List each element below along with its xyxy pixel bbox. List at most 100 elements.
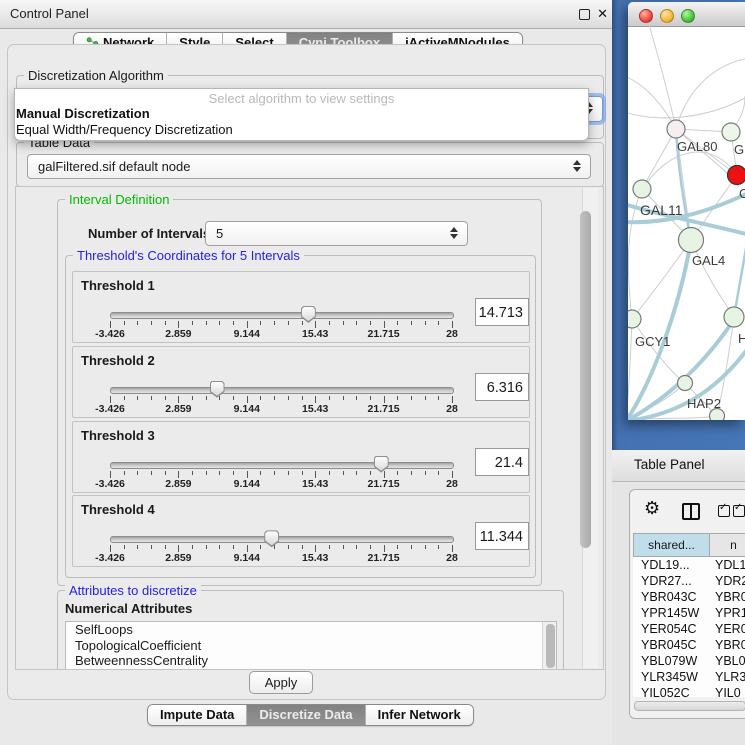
column-header-name[interactable]: n <box>710 534 745 556</box>
network-node-label: GAL4 <box>692 253 725 268</box>
slider-tick-labels: -3.4262.8599.14415.4321.71528 <box>110 328 452 340</box>
threshold-label: Threshold 1 <box>81 278 155 293</box>
table-body: YDL19...YDL1YDR27...YDR2YBR043CYBR0YPR14… <box>633 557 745 697</box>
threshold-value-field[interactable]: 21.4 <box>475 448 529 476</box>
threshold-panel-1: Threshold 1 -3.4262.8599.14415.4321.71528… <box>72 271 530 343</box>
apply-button[interactable]: Apply <box>249 671 313 694</box>
network-node[interactable] <box>722 123 740 141</box>
table-data-combobox[interactable]: galFiltered.sif default node <box>27 154 591 179</box>
table-row[interactable]: YPR145WYPR1 <box>633 605 745 621</box>
slider-tick-labels: -3.4262.8599.14415.4321.71528 <box>110 403 452 415</box>
network-node-label: GCY1 <box>635 334 670 349</box>
tab-label: Infer Network <box>378 705 461 725</box>
network-edge <box>628 319 632 419</box>
tab-discretize-data[interactable]: Discretize Data <box>246 705 364 725</box>
network-node[interactable] <box>728 166 745 185</box>
number-of-intervals-label: Number of Intervals <box>88 226 210 241</box>
network-node-label: HAP2 <box>687 396 721 411</box>
group-title: Attributes to discretize <box>65 583 201 598</box>
table-panel-title: Table Panel <box>634 457 705 472</box>
close-icon[interactable]: ✕ <box>597 6 608 22</box>
threshold-label: Threshold 2 <box>81 353 155 368</box>
float-panel-icon[interactable] <box>579 9 590 20</box>
slider-track[interactable] <box>110 536 454 543</box>
list-scrollbar[interactable] <box>542 622 556 670</box>
table-data-group: Table Data galFiltered.sif default node <box>16 142 604 187</box>
attribute-list-item[interactable]: TopologicalCoefficient <box>66 638 556 654</box>
threshold-value-field[interactable]: 11.344 <box>475 522 529 550</box>
split-view-icon[interactable] <box>682 503 700 520</box>
network-edge <box>628 76 676 129</box>
minimize-traffic-light-icon[interactable] <box>660 9 674 23</box>
tab-infer-network[interactable]: Infer Network <box>365 705 473 725</box>
network-node-label: G. <box>734 142 745 157</box>
pane-scrollbar-track[interactable] <box>582 188 598 668</box>
table-row[interactable]: YBL079W YBL0 <box>633 653 745 669</box>
network-node[interactable] <box>667 120 685 138</box>
table-row[interactable]: YBR043CYBR0 <box>633 589 745 605</box>
cell-name: YBR0 <box>715 638 745 652</box>
network-graph-canvas[interactable]: GAL80G.CGAL11GAL4GCY1HHAP2 <box>628 26 745 420</box>
algorithm-dropdown-popup: Select algorithm to view settings Manual… <box>14 88 589 141</box>
combo-value: 5 <box>216 226 223 241</box>
network-view-window: GAL80G.CGAL11GAL4GCY1HHAP2 <box>628 2 745 420</box>
table-row[interactable]: YER054C YER0 <box>633 621 745 637</box>
table-row[interactable]: YDL19...YDL1 <box>633 557 745 573</box>
cell-name: YER0 <box>715 622 745 636</box>
gear-icon[interactable]: ⚙ <box>644 498 660 519</box>
number-of-intervals-combobox[interactable]: 5 <box>205 221 468 246</box>
cyni-bottom-tabbar: Impute DataDiscretize Data Infer Network <box>147 704 474 726</box>
list-scrollbar-thumb[interactable] <box>546 624 555 668</box>
cell-shared-name: YER054C <box>641 622 697 636</box>
window-title: Control Panel <box>10 6 89 21</box>
table-horizontal-scrollbar[interactable] <box>634 701 745 711</box>
attribute-list-item[interactable]: BetweennessCentrality <box>66 653 556 669</box>
combo-spinner-icon <box>450 226 458 240</box>
table-row[interactable]: YBR045CYBR0 <box>633 637 745 653</box>
network-window-titlebar <box>628 2 745 27</box>
zoom-traffic-light-icon[interactable] <box>681 9 695 23</box>
pane-scrollbar-thumb[interactable] <box>580 211 591 548</box>
network-node[interactable] <box>724 307 744 327</box>
popup-option-equal-width[interactable]: Equal Width/Frequency Discretization <box>16 122 233 137</box>
threshold-value-field[interactable]: 6.316 <box>475 373 529 401</box>
cell-name: YDR2 <box>715 574 745 588</box>
cell-name: YBL0 <box>715 654 745 668</box>
table-row[interactable]: YLR345WYLR3 <box>633 669 745 685</box>
interval-definition-group: Interval Definition Number of Intervals … <box>57 199 542 586</box>
network-node[interactable] <box>679 228 704 253</box>
cell-shared-name: YIL052C <box>641 686 690 697</box>
cell-shared-name: YLR345W <box>641 670 698 684</box>
numerical-attributes-list[interactable]: SelfLoopsTopologicalCoefficientBetweenne… <box>65 621 557 670</box>
table-row[interactable]: YDR27...YDR2 <box>633 573 745 589</box>
threshold-value-field[interactable]: 14.713 <box>475 298 529 326</box>
network-node[interactable] <box>633 180 651 198</box>
table-panel-titlebar: Table Panel <box>612 450 745 482</box>
attribute-list-item[interactable]: SelfLoops <box>66 622 556 638</box>
cell-name: YBR0 <box>715 590 745 604</box>
slider-track[interactable] <box>110 312 454 319</box>
column-header-shared-name[interactable]: shared... <box>634 534 710 556</box>
table-row[interactable]: YIL052C YIL0 <box>633 685 745 697</box>
cyni-toolbox-panel: Discretization Algorithm Select algorith… <box>7 44 606 700</box>
tab-impute-data[interactable]: Impute Data <box>148 705 246 725</box>
slider-track[interactable] <box>110 387 454 394</box>
numerical-attributes-label: Numerical Attributes <box>65 601 192 616</box>
network-node[interactable] <box>678 376 693 391</box>
slider-track[interactable] <box>110 462 454 469</box>
network-node-label: GAL80 <box>677 139 717 154</box>
close-traffic-light-icon[interactable] <box>639 9 653 23</box>
settings-scroll-pane: Interval Definition Number of Intervals … <box>15 186 604 670</box>
checkbox-checked-icon[interactable] <box>718 505 730 517</box>
network-node[interactable] <box>628 310 641 328</box>
network-edge <box>676 59 745 129</box>
combo-value: galFiltered.sif default node <box>38 159 190 174</box>
cell-shared-name: YDL19... <box>641 558 690 572</box>
checkbox-checked-icon[interactable] <box>733 505 745 517</box>
slider-tick-labels: -3.4262.8599.14415.4321.71528 <box>110 552 452 564</box>
threshold-panel-2: Threshold 2 -3.4262.8599.14415.4321.71528… <box>72 346 530 418</box>
cell-name: YPR1 <box>715 606 745 620</box>
popup-option-manual[interactable]: Manual Discretization <box>16 106 150 121</box>
cell-shared-name: YBL079W <box>641 654 697 668</box>
cell-name: YIL0 <box>715 686 741 697</box>
